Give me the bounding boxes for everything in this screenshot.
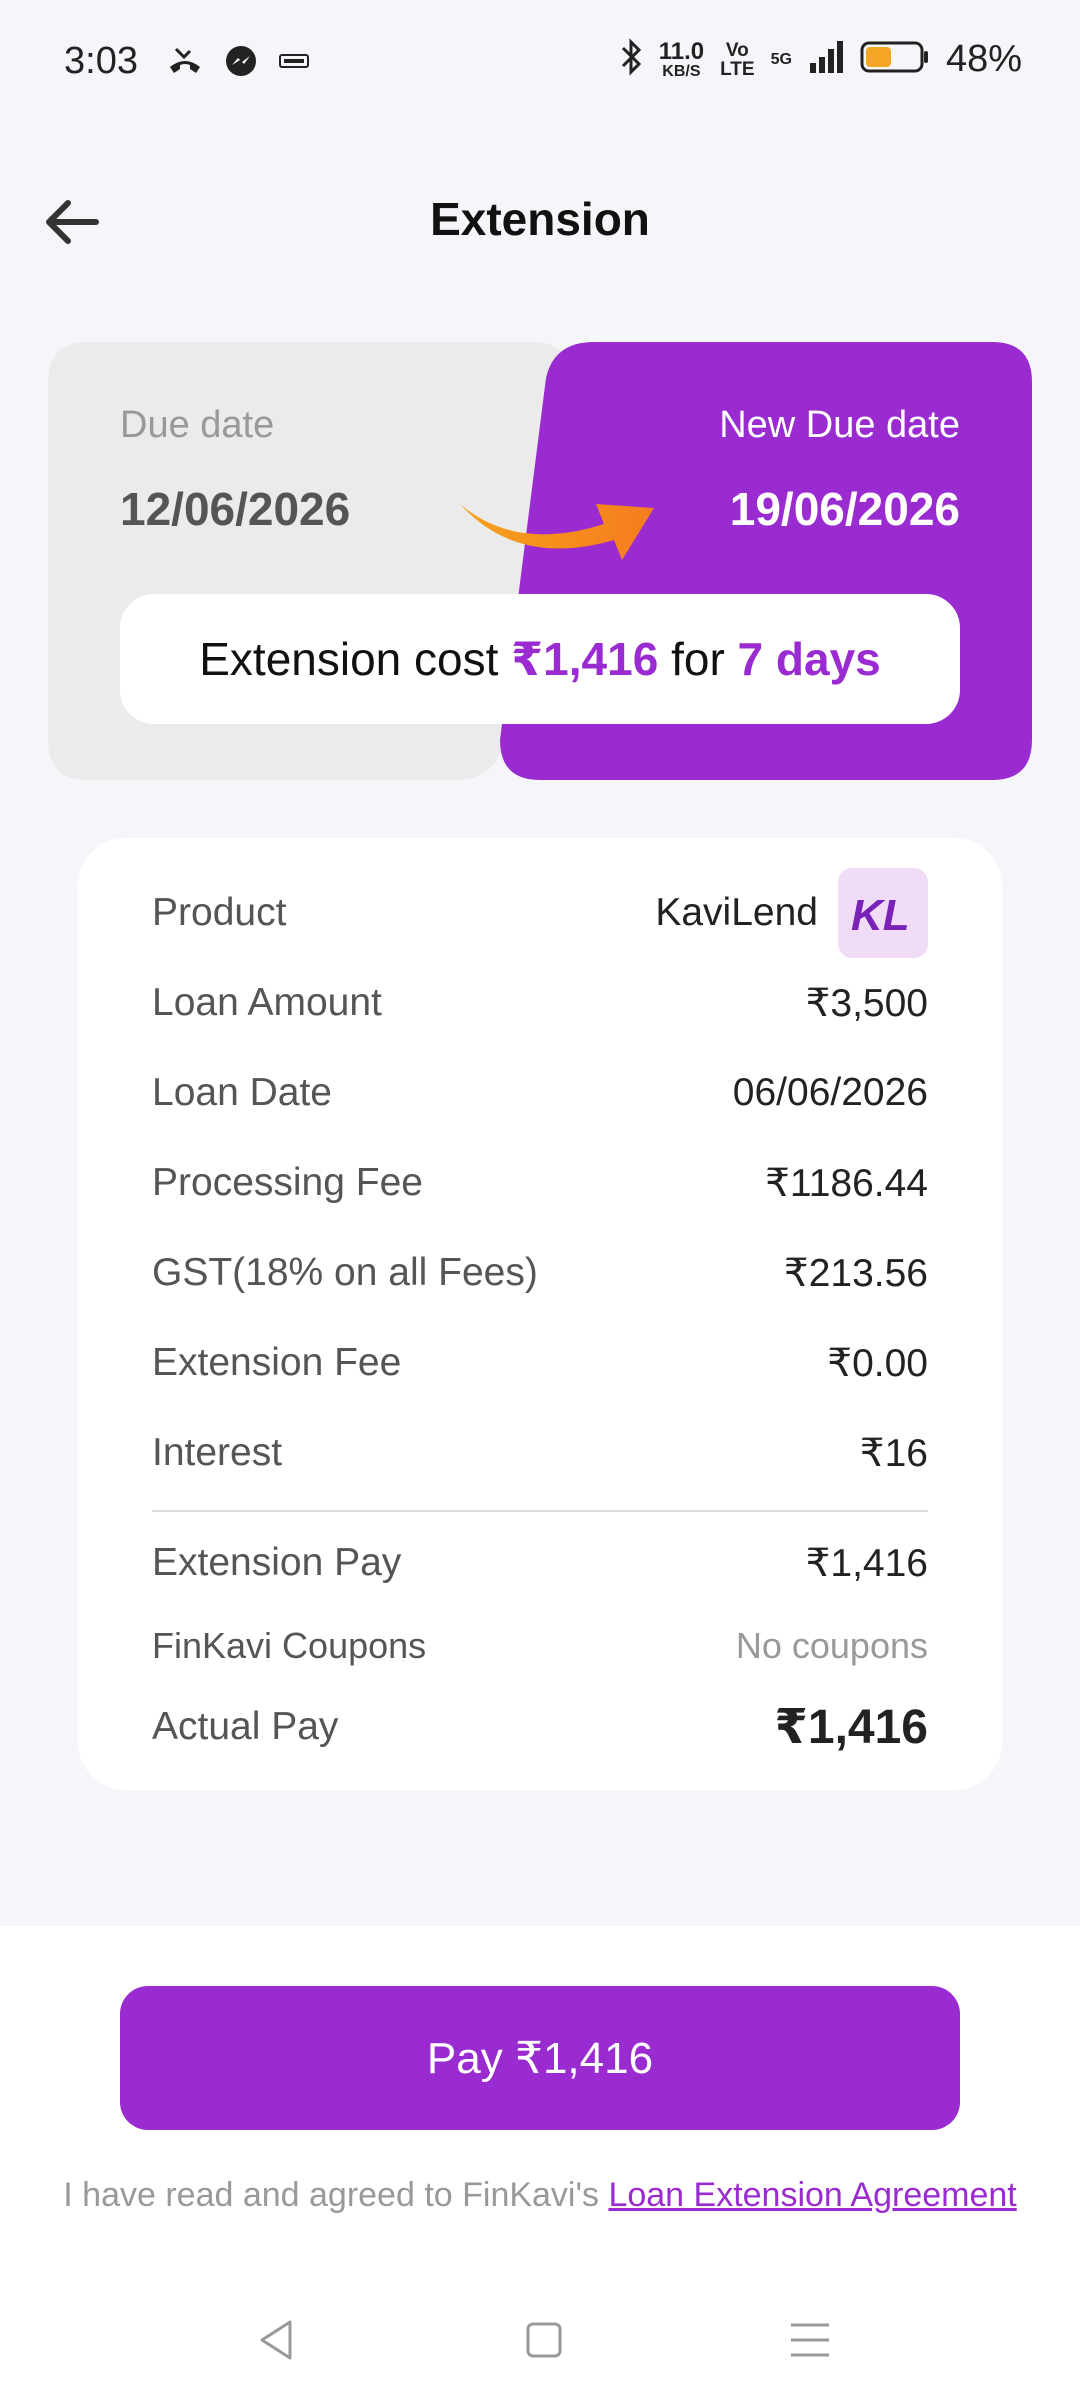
app-header: Extension <box>0 170 1080 270</box>
menu-icon <box>791 2323 829 2357</box>
volte-indicator: Vo LTE <box>720 39 755 80</box>
detail-row: Loan Amount ₹3,500 <box>152 958 928 1048</box>
product-name: KaviLend <box>655 891 818 934</box>
status-system-icons: 11.0 KB/S Vo LTE 5G 48% <box>619 38 1022 81</box>
detail-row-label: GST(18% on all Fees) <box>152 1251 538 1294</box>
product-label: Product <box>152 891 287 934</box>
due-date-card: Due date 12/06/2026 New Due date 19/06/2… <box>48 342 1032 780</box>
nav-menu-button[interactable] <box>780 2310 840 2370</box>
app-notification-icon <box>278 49 310 78</box>
extension-cost-pill: Extension cost ₹1,416 for 7 days <box>120 594 960 724</box>
details-divider <box>152 1510 928 1512</box>
detail-row: GST(18% on all Fees) ₹213.56 <box>152 1228 928 1318</box>
detail-row-label: Loan Amount <box>152 981 382 1024</box>
new-due-date-value: 19/06/2026 <box>729 483 960 535</box>
detail-row-product: Product KaviLend KL <box>152 868 928 958</box>
extension-pay-value: ₹1,416 <box>805 1541 928 1585</box>
square-home-icon <box>526 2322 562 2358</box>
status-notification-icons <box>166 44 310 83</box>
detail-row-coupons[interactable]: FinKavi Coupons No coupons <box>152 1611 928 1681</box>
bluetooth-icon <box>619 38 643 81</box>
extension-cost-amount: ₹1,416 <box>511 633 659 685</box>
page-title: Extension <box>430 193 650 245</box>
loan-details-card: Product KaviLend KL Loan Amount ₹3,500 Loa… <box>78 838 1002 1790</box>
detail-row-label: Loan Date <box>152 1071 332 1114</box>
nav-back-button[interactable] <box>246 2310 306 2370</box>
detail-row: Extension Fee ₹0.00 <box>152 1318 928 1408</box>
battery-percent: 48% <box>945 38 1022 80</box>
detail-row-value: ₹16 <box>859 1431 928 1475</box>
detail-row-value: ₹0.00 <box>827 1341 928 1385</box>
pay-button[interactable]: Pay ₹1,416 <box>120 1986 960 2130</box>
nav-home-button[interactable] <box>514 2310 574 2370</box>
due-date-value: 12/06/2026 <box>120 483 351 535</box>
network-speed: 11.0 KB/S <box>658 37 705 80</box>
detail-row-label: Extension Fee <box>152 1341 402 1384</box>
system-nav-bar <box>0 2280 1080 2380</box>
detail-row-label: Interest <box>152 1431 283 1474</box>
detail-row-label: Processing Fee <box>152 1161 423 1204</box>
detail-row-value: ₹3,500 <box>805 981 928 1025</box>
agreement-text: I have read and agreed to FinKavi's Loan… <box>63 2176 1017 2214</box>
triangle-back-icon <box>260 2320 292 2360</box>
detail-row: Interest ₹16 <box>152 1408 928 1498</box>
extension-pay-label: Extension Pay <box>152 1541 402 1584</box>
detail-row-value: 06/06/2026 <box>732 1071 928 1114</box>
missed-call-icon <box>166 45 204 82</box>
battery-icon <box>860 39 930 80</box>
actual-pay-value: ₹1,416 <box>774 1701 928 1754</box>
arrow-right-icon <box>446 464 686 579</box>
svg-text:KL: KL <box>851 891 910 938</box>
actual-pay-label: Actual Pay <box>152 1705 339 1748</box>
detail-row: Processing Fee ₹1186.44 <box>152 1138 928 1228</box>
coupons-label: FinKavi Coupons <box>152 1625 427 1666</box>
messenger-icon <box>224 44 258 83</box>
detail-row-actual-pay: Actual Pay ₹1,416 <box>152 1692 928 1762</box>
new-due-date-label: New Due date <box>719 404 960 446</box>
network-type: 5G <box>770 50 792 68</box>
detail-row-value: ₹1186.44 <box>765 1161 928 1205</box>
coupons-value: No coupons <box>735 1625 928 1666</box>
extension-days: 7 days <box>737 633 881 685</box>
detail-row-extension-pay: Extension Pay ₹1,416 <box>152 1528 928 1598</box>
status-time: 3:03 <box>64 40 138 82</box>
status-bar: 3:03 11.0 KB/S Vo LTE 5G 48% <box>0 0 1080 126</box>
loan-extension-agreement-link[interactable]: Loan Extension Agreement <box>608 2176 1016 2214</box>
due-date-label: Due date <box>120 404 275 446</box>
kavilend-logo: KL <box>838 868 928 958</box>
detail-row-value: ₹213.56 <box>783 1251 928 1295</box>
signal-icon <box>808 39 844 80</box>
detail-row: Loan Date 06/06/2026 <box>152 1048 928 1138</box>
